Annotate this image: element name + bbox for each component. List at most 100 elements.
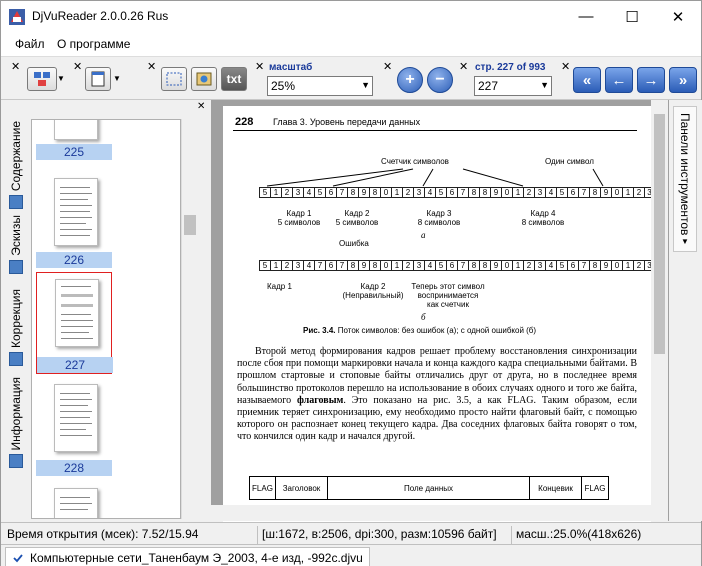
tab-correction[interactable]: Коррекция <box>5 289 27 367</box>
frame-4-label: Кадр 4 8 символов <box>513 209 573 227</box>
header-rule <box>233 130 637 131</box>
menu-about[interactable]: О программе <box>57 37 130 51</box>
zoom-select[interactable]: 25% ▼ <box>267 76 373 96</box>
status-zoom-info: масш.:25.0%(418x626) <box>511 526 699 544</box>
frame-1-title: Кадр 1 <box>286 209 312 218</box>
menu-file[interactable]: Файл <box>15 37 45 51</box>
tab-information[interactable]: Информация <box>5 377 27 469</box>
zoom-out-button[interactable]: − <box>427 67 453 93</box>
page-number-value: 227 <box>478 79 499 93</box>
close-button[interactable]: ✕ <box>655 1 701 32</box>
thumbnail-item-selected[interactable]: 227 <box>36 272 113 374</box>
first-page-button[interactable]: « <box>573 67 601 93</box>
image-button[interactable] <box>191 67 217 91</box>
tab-tool-panels[interactable]: Панели инструментов ▼ <box>673 106 697 252</box>
toolbar-close-icon[interactable]: ✕ <box>11 60 20 73</box>
symbol-cell: 8 <box>347 187 358 198</box>
figure-label-error: Ошибка <box>339 239 369 248</box>
symbol-cell: 4 <box>303 187 314 198</box>
symbol-cell: 4 <box>424 187 435 198</box>
symbol-cell: 7 <box>578 260 589 271</box>
text-layer-button[interactable]: txt <box>221 67 247 91</box>
frame-4-subtitle: 8 символов <box>521 218 565 227</box>
thumbnail-item[interactable]: 228 <box>36 378 112 478</box>
select-area-button[interactable] <box>161 67 187 91</box>
toolbar-close-icon[interactable]: ✕ <box>459 60 468 73</box>
counter-note-line-1: Теперь этот символ <box>411 282 485 291</box>
correction-icon <box>9 352 23 367</box>
status-image-info: [ш:1672, в:2506, dpi:300, разм:10596 бай… <box>257 526 511 544</box>
thumbnail-item[interactable]: 225 <box>36 120 112 164</box>
symbol-cell: 7 <box>314 260 325 271</box>
figure-caption: Рис. 3.4. Поток символов: без ошибок (а)… <box>303 326 536 335</box>
maximize-button[interactable]: ☐ <box>609 1 655 32</box>
frame-field-trailer: Концевик <box>530 477 582 499</box>
document-vertical-scrollbar[interactable] <box>651 100 668 505</box>
symbol-cell: 1 <box>270 260 281 271</box>
scrollbar-thumb[interactable] <box>654 114 665 354</box>
figure-part-a: а <box>421 230 426 240</box>
counter-arrows <box>266 168 604 187</box>
thumbnail-item[interactable]: 226 <box>36 172 112 272</box>
symbol-cell: 0 <box>380 260 391 271</box>
page-mode-button[interactable] <box>85 67 111 91</box>
symbol-cell: 3 <box>413 260 424 271</box>
toolbar-close-icon[interactable]: ✕ <box>73 60 82 73</box>
last-page-button[interactable]: » <box>669 67 697 93</box>
symbol-cell: 3 <box>534 187 545 198</box>
symbol-cell: 2 <box>523 260 534 271</box>
symbol-cell: 6 <box>325 260 336 271</box>
contents-icon <box>9 195 23 210</box>
frame-field-data: Поле данных <box>328 477 530 499</box>
toolbar-close-icon[interactable]: ✕ <box>255 60 264 73</box>
minimize-button[interactable]: — <box>563 1 609 32</box>
symbol-cell: 6 <box>567 187 578 198</box>
thumbnail-number: 225 <box>36 144 112 160</box>
toolbar-close-icon[interactable]: ✕ <box>561 60 570 73</box>
symbol-cell: 5 <box>435 260 446 271</box>
symbol-cell: 6 <box>567 260 578 271</box>
selection-icon <box>166 72 182 86</box>
djvu-app-icon <box>9 9 25 25</box>
layout-mode-button[interactable] <box>27 67 57 91</box>
symbol-cell: 1 <box>391 260 402 271</box>
page-select[interactable]: 227 ▼ <box>474 76 552 96</box>
chevron-down-icon[interactable]: ▼ <box>57 74 65 83</box>
document-tab[interactable]: Компьютерные сети_Таненбаум Э_2003, 4-е … <box>5 547 370 566</box>
tool-panels-label: Панели инструментов <box>678 113 692 236</box>
frame-b2-subtitle: (Неправильный) <box>342 291 404 300</box>
toolbar-close-icon[interactable]: ✕ <box>147 60 156 73</box>
symbol-cell: 2 <box>633 260 644 271</box>
zoom-in-button[interactable]: + <box>397 67 423 93</box>
scrollbar-thumb[interactable] <box>184 215 196 235</box>
panel-close-icon[interactable]: ✕ <box>197 101 205 112</box>
document-horizontal-scrollbar[interactable] <box>211 505 668 521</box>
chevron-down-icon[interactable]: ▼ <box>113 74 121 83</box>
symbol-cell: 9 <box>600 187 611 198</box>
frame-field-header: Заголовок <box>276 477 328 499</box>
symbol-cell: 8 <box>347 260 358 271</box>
tab-correction-label: Коррекция <box>9 289 23 349</box>
thumbnail-scrollbar[interactable] <box>181 119 198 519</box>
thumbnail-list: 225 226 227 228 <box>31 119 181 519</box>
tab-contents[interactable]: Содержание <box>5 121 27 210</box>
symbol-cell: 5 <box>259 187 270 198</box>
frame-field-flag: FLAG <box>250 477 276 499</box>
symbol-cell: 8 <box>369 260 380 271</box>
tab-information-label: Информация <box>9 377 23 451</box>
right-tool-panel: Панели инструментов ▼ <box>669 100 702 521</box>
toolbar-close-icon[interactable]: ✕ <box>383 60 392 73</box>
prev-page-button[interactable]: ← <box>605 67 633 93</box>
frame-structure-diagram: FLAG Заголовок Поле данных Концевик FLAG <box>249 476 609 500</box>
tab-thumbnails[interactable]: Эскизы <box>5 215 27 274</box>
symbol-cell: 8 <box>468 187 479 198</box>
symbol-cell: 3 <box>644 260 651 271</box>
symbol-cell: 3 <box>292 187 303 198</box>
symbol-cell: 7 <box>336 260 347 271</box>
thumbnail-page-image <box>54 178 98 246</box>
symbol-cell: 2 <box>523 187 534 198</box>
thumbnail-item[interactable] <box>36 482 112 518</box>
frame-3-label: Кадр 3 8 символов <box>409 209 469 227</box>
body-paragraph: Второй метод формирования кадров решает … <box>237 346 637 444</box>
next-page-button[interactable]: → <box>637 67 665 93</box>
